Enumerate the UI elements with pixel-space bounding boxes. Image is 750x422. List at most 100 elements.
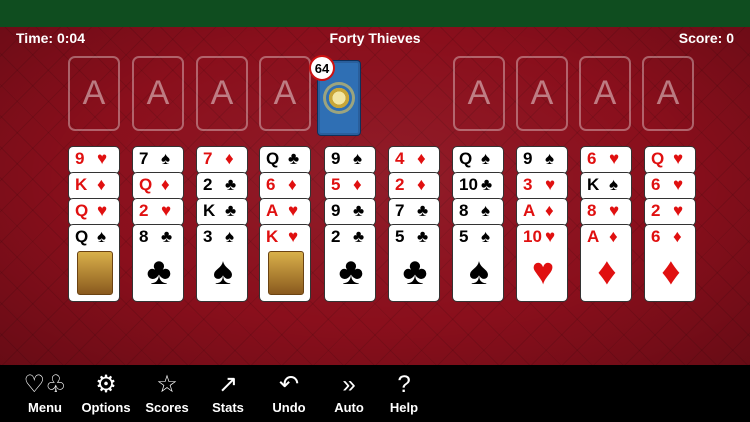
foundation-slot[interactable]: A xyxy=(642,56,694,131)
card-rank: 6 xyxy=(266,175,276,194)
playing-card[interactable]: 3 ♠ ♠ xyxy=(196,224,248,302)
playing-card[interactable]: 7 ♣ xyxy=(388,198,440,226)
card-center-suit-icon: ♣ xyxy=(338,251,364,293)
card-center-suit-icon: ♦ xyxy=(597,251,617,293)
playing-card[interactable]: 2 ♣ ♣ xyxy=(324,224,376,302)
card-suit-icon: ♣ xyxy=(353,227,365,246)
toolbar-label: Help xyxy=(389,400,419,415)
card-suit-icon: ♣ xyxy=(353,201,365,220)
card-suit-icon: ♥ xyxy=(288,227,299,246)
playing-card[interactable]: 6 ♦ xyxy=(259,172,311,200)
card-suit-icon: ♠ xyxy=(481,201,491,220)
scores-button[interactable]: ☆ Scores xyxy=(132,365,202,422)
playing-card[interactable]: 7 ♦ xyxy=(196,146,248,174)
playing-card[interactable]: 8 ♣ ♣ xyxy=(132,224,184,302)
card-suit-icon: ♣ xyxy=(161,227,173,246)
playing-card[interactable]: 9 ♥ xyxy=(68,146,120,174)
help-icon: ? xyxy=(397,371,411,398)
playing-card[interactable]: 2 ♥ xyxy=(132,198,184,226)
card-rank: Q xyxy=(459,149,473,168)
playing-card[interactable]: 5 ♦ xyxy=(324,172,376,200)
card-rank: 2 xyxy=(331,227,341,246)
menu-button[interactable]: ♡♧ Menu xyxy=(10,365,80,422)
playing-card[interactable]: Q ♥ xyxy=(68,198,120,226)
card-suit-icon: ♠ xyxy=(481,149,491,168)
card-suit-icon: ♦ xyxy=(225,149,234,168)
playing-card[interactable]: A ♦ xyxy=(516,198,568,226)
playing-card[interactable]: 6 ♥ xyxy=(580,146,632,174)
playing-card[interactable]: 5 ♣ ♣ xyxy=(388,224,440,302)
card-suit-icon: ♦ xyxy=(97,175,106,194)
playing-card[interactable]: 2 ♥ xyxy=(644,198,696,226)
playing-card[interactable]: 8 ♠ xyxy=(452,198,504,226)
options-button[interactable]: ⚙ Options xyxy=(71,365,141,422)
card-center-suit-icon: ♣ xyxy=(146,251,172,293)
playing-card[interactable]: Q ♦ xyxy=(132,172,184,200)
card-suit-icon: ♠ xyxy=(225,227,235,246)
card-suit-icon: ♦ xyxy=(353,175,362,194)
card-rank: 10 xyxy=(459,175,478,194)
foundation-slot[interactable]: A xyxy=(516,56,568,131)
playing-card[interactable]: 6 ♦ ♦ xyxy=(644,224,696,302)
playing-card[interactable]: K ♠ xyxy=(580,172,632,200)
card-suit-icon: ♣ xyxy=(225,175,237,194)
foundation-slot[interactable]: A xyxy=(259,56,311,131)
card-rank: 8 xyxy=(139,227,149,246)
playing-card[interactable]: K ♥ xyxy=(259,224,311,302)
help-button[interactable]: ? Help xyxy=(369,365,439,422)
playing-card[interactable]: K ♦ xyxy=(68,172,120,200)
card-center-suit-icon: ♠ xyxy=(212,251,234,293)
foundation-slot[interactable]: A xyxy=(196,56,248,131)
card-rank: 2 xyxy=(203,175,213,194)
playing-card[interactable]: 3 ♥ xyxy=(516,172,568,200)
playing-card[interactable]: 8 ♥ xyxy=(580,198,632,226)
playing-card[interactable]: A ♥ xyxy=(259,198,311,226)
card-center-suit-icon: ♠ xyxy=(468,251,490,293)
card-rank: A xyxy=(587,227,600,246)
foundation-slot[interactable]: A xyxy=(68,56,120,131)
playing-card[interactable]: K ♣ xyxy=(196,198,248,226)
playing-card[interactable]: Q ♠ xyxy=(452,146,504,174)
playing-card[interactable]: 9 ♠ xyxy=(324,146,376,174)
playing-card[interactable]: 2 ♦ xyxy=(388,172,440,200)
toolbar-label: Options xyxy=(81,400,131,415)
card-rank: 4 xyxy=(395,149,405,168)
card-rank: 9 xyxy=(331,201,341,220)
stats-button[interactable]: ↗ Stats xyxy=(193,365,263,422)
playing-card[interactable]: A ♦ ♦ xyxy=(580,224,632,302)
card-suit-icon: ♠ xyxy=(545,149,555,168)
card-suit-icon: ♠ xyxy=(97,227,107,246)
card-rank: K xyxy=(203,201,216,220)
playing-card[interactable]: 9 ♣ xyxy=(324,198,376,226)
playing-card[interactable]: 6 ♥ xyxy=(644,172,696,200)
card-rank: 2 xyxy=(651,201,661,220)
card-rank: 2 xyxy=(139,201,149,220)
playing-card[interactable]: 5 ♠ ♠ xyxy=(452,224,504,302)
foundation-slot[interactable]: A xyxy=(453,56,505,131)
playing-card[interactable]: 10 ♣ xyxy=(452,172,504,200)
stock-count-badge: 64 xyxy=(309,55,335,81)
playing-card[interactable]: 2 ♣ xyxy=(196,172,248,200)
playing-card[interactable]: 7 ♠ xyxy=(132,146,184,174)
playing-card[interactable]: Q ♣ xyxy=(259,146,311,174)
playing-card[interactable]: Q ♥ xyxy=(644,146,696,174)
card-center-suit-icon: ♥ xyxy=(531,251,555,293)
foundation-slot[interactable]: A xyxy=(579,56,631,131)
card-rank: Q xyxy=(139,175,153,194)
toolbar-label: Scores xyxy=(145,400,189,415)
card-rank: 8 xyxy=(587,201,597,220)
foundation-slot[interactable]: A xyxy=(132,56,184,131)
playing-card[interactable]: 10 ♥ ♥ xyxy=(516,224,568,302)
face-card-portrait-icon xyxy=(268,251,304,295)
playing-card[interactable]: 4 ♦ xyxy=(388,146,440,174)
card-rank: 5 xyxy=(395,227,405,246)
card-rank: Q xyxy=(75,227,89,246)
card-rank: A xyxy=(266,201,279,220)
face-card-portrait-icon xyxy=(77,251,113,295)
playing-card[interactable]: Q ♠ xyxy=(68,224,120,302)
card-suit-icon: ♠ xyxy=(353,149,363,168)
playing-card[interactable]: 9 ♠ xyxy=(516,146,568,174)
menu-icon: ♡♧ xyxy=(23,371,67,398)
card-suit-icon: ♦ xyxy=(417,175,426,194)
card-rank: K xyxy=(587,175,600,194)
